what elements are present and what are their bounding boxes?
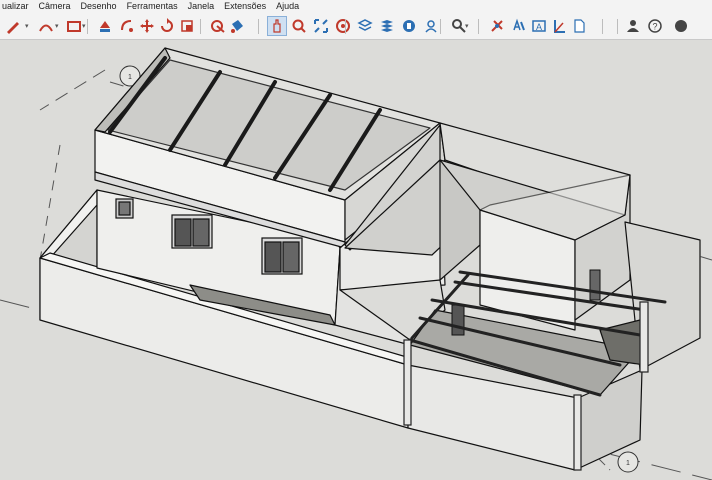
toolbar-separator [617, 19, 618, 34]
rotate-icon [161, 18, 173, 32]
section-marker-bottom[interactable]: 1 [617, 451, 639, 473]
section-marker-label: 1 [128, 74, 132, 81]
toolbar: A? ▾ ▾ ▾ ▾ [0, 13, 712, 40]
text-icon [554, 20, 565, 33]
push-pull-icon [100, 21, 110, 32]
toolbar-separator [258, 19, 259, 34]
pan-icon [292, 19, 306, 33]
drawing-viewport[interactable]: 1 1 [0, 40, 712, 480]
menu-item-tools[interactable]: Ferramentas [127, 0, 178, 13]
sandbox-icon [381, 20, 393, 32]
arc-tool-button[interactable] [37, 17, 55, 35]
geo-location-icon [357, 19, 373, 31]
menu-item-help[interactable]: Ajuda [276, 0, 299, 13]
dropdown-arrow-icon[interactable]: ▾ [465, 22, 469, 30]
paint-bucket-tool-button[interactable] [228, 17, 246, 35]
pencil-tool-button[interactable] [4, 17, 22, 35]
push-pull-tool-button[interactable] [96, 17, 114, 35]
move-icon [140, 19, 154, 33]
orbit-tool-button[interactable] [267, 16, 287, 36]
tape-measure-icon [211, 20, 225, 33]
new-file-icon [627, 20, 639, 32]
zoom-extents-icon [336, 19, 350, 33]
dropdown-arrow-icon[interactable]: ▾ [25, 22, 29, 30]
menu-item-camera[interactable]: Câmera [39, 0, 71, 13]
sandbox-tool-button[interactable] [378, 17, 396, 35]
geo-location-tool-button[interactable] [356, 17, 374, 35]
scale-icon [181, 20, 193, 32]
axes-icon [574, 19, 585, 33]
window-front-right [261, 237, 303, 275]
walk-icon [513, 18, 525, 31]
rotate-tool-button[interactable] [158, 17, 176, 35]
dropdown-arrow-icon[interactable]: ▾ [55, 22, 59, 30]
rectangle-icon [67, 21, 81, 32]
toolbar-separator [440, 19, 441, 34]
help-icon [675, 20, 687, 32]
toolbar-separator [87, 19, 88, 34]
zoom-icon [314, 19, 328, 33]
styles-tool-button[interactable] [422, 17, 440, 35]
pan-tool-button[interactable] [290, 17, 308, 35]
user-icon: ? [648, 19, 662, 33]
zoom-tool-button[interactable] [312, 17, 330, 35]
rectangle-tool-button[interactable] [65, 17, 83, 35]
eraser-icon: A [532, 20, 546, 32]
section-marker-label: 1 [626, 460, 630, 467]
dropdown-arrow-icon[interactable]: ▾ [82, 22, 86, 30]
help-tool-button[interactable] [672, 17, 690, 35]
new-file-tool-button[interactable] [624, 17, 642, 35]
layers-tool-button[interactable] [400, 17, 418, 35]
section-plane-icon [491, 20, 503, 32]
walk-tool-button[interactable] [510, 17, 528, 35]
eraser-tool-button[interactable]: A [530, 17, 548, 35]
styles-icon [425, 20, 437, 33]
layers-icon [403, 20, 415, 32]
menu-item-extensions[interactable]: Extensões [224, 0, 266, 13]
zoom-extents-tool-button[interactable] [334, 17, 352, 35]
user-tool-button[interactable]: ? [646, 17, 664, 35]
menu-item-draw[interactable]: Desenho [81, 0, 117, 13]
axes-tool-button[interactable] [570, 17, 588, 35]
menu-bar: ualizar Câmera Desenho Ferramentas Janel… [0, 0, 712, 13]
svg-text:?: ? [653, 22, 658, 32]
tape-measure-tool-button[interactable] [208, 17, 226, 35]
follow-me-icon [121, 20, 133, 32]
window-small [115, 198, 134, 219]
text-tool-button[interactable] [550, 17, 568, 35]
window-front-left [171, 214, 213, 249]
orbit-icon [273, 19, 281, 33]
paint-bucket-icon [231, 20, 243, 33]
menu-item-window[interactable]: Janela [188, 0, 215, 13]
toolbar-separator [602, 19, 603, 34]
toolbar-separator [200, 19, 201, 34]
pencil-icon [7, 22, 19, 34]
model-canvas[interactable]: 1 1 [0, 40, 712, 480]
section-plane-tool-button[interactable] [488, 17, 506, 35]
move-tool-button[interactable] [138, 17, 156, 35]
menu-item-view[interactable]: ualizar [2, 0, 29, 13]
house-model [39, 47, 701, 471]
toolbar-separator [478, 19, 479, 34]
follow-me-tool-button[interactable] [118, 17, 136, 35]
toolbar-separator [345, 19, 346, 34]
scale-tool-button[interactable] [178, 17, 196, 35]
svg-text:A: A [536, 22, 542, 32]
arc-icon [39, 24, 53, 32]
